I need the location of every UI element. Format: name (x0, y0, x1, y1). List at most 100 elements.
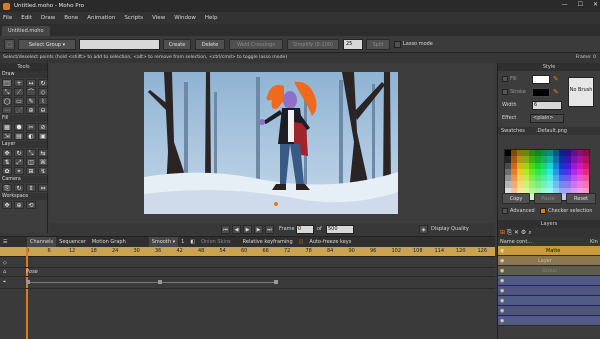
layer-row[interactable]: ◉ Layer (498, 256, 600, 266)
swatch-file-dropdown[interactable]: .Default.png (536, 128, 567, 134)
draw-rectangle-tool[interactable]: ▭ (14, 97, 24, 105)
select-shape-tool[interactable]: ▦ (2, 123, 12, 131)
shape-tool[interactable]: ◇ (38, 88, 48, 96)
paste-style-button[interactable]: Paste (534, 193, 562, 204)
fill-eyedropper-icon[interactable]: ✎ (553, 75, 559, 83)
tab-channels[interactable]: Channels (27, 237, 57, 247)
keyframe[interactable] (274, 280, 278, 284)
timeline-menu-icon[interactable]: ☰ (0, 237, 27, 247)
layer-row[interactable]: ◉ (498, 296, 600, 306)
layer-row[interactable]: ◉ (498, 306, 600, 316)
checker-selection-checkbox[interactable] (540, 208, 546, 214)
layer-settings-icon[interactable]: ⚙ (521, 229, 526, 236)
stroke-eyedropper-icon[interactable]: ✎ (553, 88, 559, 96)
magnet-tool[interactable]: ⋰ (14, 106, 24, 114)
select-points-icon[interactable]: ⬚ (4, 39, 15, 50)
line-width-tool[interactable]: ⇲ (2, 132, 12, 140)
delete-edge-tool[interactable]: ⊖ (38, 106, 48, 114)
freehand-tool[interactable]: ✎ (26, 97, 36, 105)
onion-skins-toggle[interactable]: Onion Skins (198, 237, 234, 247)
duplicate-layer-icon[interactable]: ⎘ (507, 229, 512, 237)
timeline-ruler[interactable]: 0612182430364248546066727884909610210811… (0, 247, 495, 257)
flip-vertical-tool[interactable]: ⇅ (2, 158, 12, 166)
keyframe[interactable] (26, 280, 30, 284)
stroke-checkbox[interactable] (502, 89, 508, 95)
search-layers-icon[interactable]: ⌕ (528, 229, 531, 237)
rotate-layer-tool[interactable]: ↻ (14, 149, 24, 157)
simplify-button[interactable]: Simplify (0-100) (287, 39, 339, 50)
shear-layer-tool[interactable]: ⤢ (14, 158, 24, 166)
rotate-points-tool[interactable]: ↻ (38, 79, 48, 87)
delete-shape-tool[interactable]: ⊘ (38, 123, 48, 131)
step-forward-button[interactable]: ▶ (254, 225, 263, 234)
interpolation-dropdown[interactable]: Smooth ▾ (148, 237, 179, 247)
add-point-tool[interactable]: ⟋ (14, 88, 24, 96)
scene-canvas[interactable] (144, 72, 398, 214)
fill-color-swatch[interactable] (532, 75, 550, 84)
pan-workspace-tool[interactable]: ✥ (2, 201, 12, 209)
scatter-brush-tool[interactable]: ⋯ (2, 106, 12, 114)
width-field[interactable]: 6 (532, 101, 562, 110)
visibility-eye-icon[interactable]: ◉ (500, 268, 508, 274)
perspective-tool[interactable]: ⊕ (26, 106, 36, 114)
flip-horizontal-tool[interactable]: ⇆ (38, 149, 48, 157)
particle-tool[interactable]: ✿ (2, 167, 12, 175)
rewind-button[interactable]: ⏮ (221, 225, 230, 234)
auto-freeze-icon[interactable]: ◫ (296, 237, 307, 247)
blob-brush-tool[interactable]: ⌇ (38, 97, 48, 105)
scale-layer-tool[interactable]: ⤡ (26, 149, 36, 157)
zoom-workspace-tool[interactable]: ⊕ (14, 201, 24, 209)
visibility-eye-icon[interactable]: ◉ (500, 318, 508, 324)
visibility-eye-icon[interactable]: ◉ (500, 308, 508, 314)
paint-bucket-tool[interactable]: ✂ (26, 123, 36, 131)
visibility-eye-icon[interactable]: ◉ (500, 288, 508, 294)
stroke-color-swatch[interactable] (532, 88, 550, 97)
track-camera-tool[interactable]: ⎘ (2, 184, 12, 192)
onion-skins-icon[interactable]: ◧ (187, 237, 198, 247)
frame-field[interactable]: 0 (296, 225, 314, 234)
auto-freeze-toggle[interactable]: Auto-freeze keys (306, 237, 354, 247)
visibility-eye-icon[interactable]: ◉ (500, 298, 508, 304)
advanced-checkbox[interactable] (502, 208, 508, 214)
transform-points-tool[interactable]: + (14, 79, 24, 87)
move-points-tool[interactable]: ↔ (26, 79, 36, 87)
switch-layer-tool[interactable]: ⌘ (38, 158, 48, 166)
smooth-value[interactable]: 1 (178, 237, 187, 247)
delete-layer-icon[interactable]: ✕ (514, 229, 519, 236)
curvature-tool[interactable]: ⌒ (26, 88, 36, 96)
menu-scripts[interactable]: Scripts (124, 15, 143, 21)
create-shape-tool[interactable]: ⬢ (14, 123, 24, 131)
select-group-dropdown[interactable]: Select Group ▾ (18, 39, 76, 50)
set-origin-tool[interactable]: ◫ (26, 158, 36, 166)
tilt-camera-tool[interactable]: ⇕ (26, 184, 36, 192)
tab-sequencer[interactable]: Sequencer (56, 237, 89, 247)
maximize-button[interactable]: ☐ (578, 1, 583, 8)
menu-window[interactable]: Window (174, 15, 196, 21)
tab-motion-graph[interactable]: Motion Graph (89, 237, 129, 247)
new-layer-icon[interactable]: ⊞ (500, 229, 505, 236)
menu-draw[interactable]: Draw (41, 15, 55, 21)
simplify-value-field[interactable]: 25 (343, 39, 363, 50)
fast-forward-button[interactable]: ⏭ (265, 225, 274, 234)
step-back-button[interactable]: ◀ (232, 225, 241, 234)
curve-profile-tool[interactable]: ▣ (38, 132, 48, 140)
close-button[interactable]: ✕ (593, 1, 598, 8)
keyframe[interactable] (158, 280, 162, 284)
hide-edge-tool[interactable]: ▤ (14, 132, 24, 140)
display-quality-icon[interactable]: ◈ (419, 225, 428, 234)
menu-file[interactable]: File (3, 15, 12, 21)
lasso-mode-checkbox[interactable] (394, 41, 401, 48)
effect-dropdown[interactable]: <plain> (530, 114, 564, 123)
roll-camera-tool[interactable]: ↻ (14, 184, 24, 192)
menu-bone[interactable]: Bone (64, 15, 78, 21)
select-points-tool[interactable]: ⬚ (2, 79, 12, 87)
menu-animation[interactable]: Animation (87, 15, 115, 21)
menu-view[interactable]: View (152, 15, 165, 21)
reset-style-button[interactable]: Reset (566, 193, 596, 204)
scale-points-tool[interactable]: ⤡ (2, 88, 12, 96)
display-quality-label[interactable]: Display Quality (431, 226, 469, 232)
relative-keyframing-toggle[interactable]: Relative keyframing (240, 237, 296, 247)
document-tab[interactable]: Untitled.moho (2, 26, 50, 36)
group-name-field[interactable] (79, 39, 160, 50)
layer-trigger-tool[interactable]: ↯ (38, 167, 48, 175)
